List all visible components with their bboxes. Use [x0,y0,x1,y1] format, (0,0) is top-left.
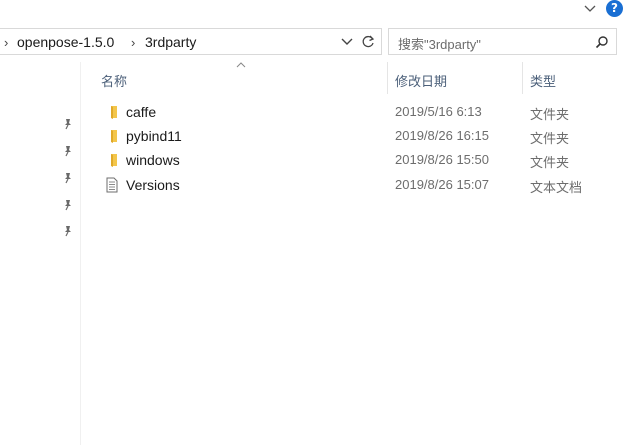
file-type: 文件夹 [530,155,570,170]
file-row-windows[interactable]: windows 2019/8/26 15:50 文件夹 [97,149,617,173]
title-strip: ? [0,0,626,24]
file-row-caffe[interactable]: caffe 2019/5/16 6:13 文件夹 [97,101,617,125]
file-date: 2019/8/26 15:50 [395,152,489,167]
file-name: pybind11 [126,128,182,144]
file-name: Versions [126,177,180,193]
column-header-date[interactable]: 修改日期 [388,62,522,94]
column-header-name[interactable]: 名称 [97,62,387,94]
file-date: 2019/8/26 16:15 [395,128,489,143]
navigation-pane [0,62,81,445]
search-placeholder[interactable]: 搜索"3rdparty" [398,34,481,53]
column-header-name-label: 名称 [101,74,128,89]
breadcrumb-item-openpose[interactable]: openpose-1.5.0 [17,34,114,50]
address-history-dropdown-icon[interactable] [340,36,354,48]
file-date: 2019/8/26 15:07 [395,177,489,192]
pin-icon[interactable] [62,145,74,157]
pin-icon[interactable] [62,118,74,130]
file-name: caffe [126,104,157,120]
column-header-type[interactable]: 类型 [523,62,623,94]
file-row-versions[interactable]: Versions 2019/8/26 15:07 文本文档 [97,174,617,198]
folder-icon [111,154,117,167]
file-row-pybind11[interactable]: pybind11 2019/8/26 16:15 文件夹 [97,125,617,149]
address-bar[interactable]: › openpose-1.5.0 › 3rdparty [0,28,382,55]
file-name: windows [126,152,180,168]
breadcrumb-item-3rdparty[interactable]: 3rdparty [145,34,196,50]
breadcrumb-separator-icon[interactable]: › [131,35,135,50]
folder-icon [111,130,117,143]
chevron-down-icon[interactable] [583,1,597,15]
help-button[interactable]: ? [606,0,623,17]
text-file-icon [106,177,118,193]
file-date: 2019/5/16 6:13 [395,104,482,119]
column-header-type-label: 类型 [530,74,557,89]
file-type: 文本文档 [530,180,583,195]
file-explorer-window: ? › openpose-1.5.0 › 3rdparty 搜索"3rdpart… [0,0,626,445]
pin-icon[interactable] [62,199,74,211]
breadcrumb-separator-icon[interactable]: › [4,35,8,50]
folder-icon [111,106,117,119]
search-box[interactable]: 搜索"3rdparty" [388,28,617,55]
search-icon[interactable] [595,35,609,49]
file-type: 文件夹 [530,107,570,122]
pin-icon[interactable] [62,172,74,184]
refresh-icon[interactable] [360,34,376,50]
column-header-date-label: 修改日期 [395,74,448,89]
file-type: 文件夹 [530,131,570,146]
pin-icon[interactable] [62,225,74,237]
